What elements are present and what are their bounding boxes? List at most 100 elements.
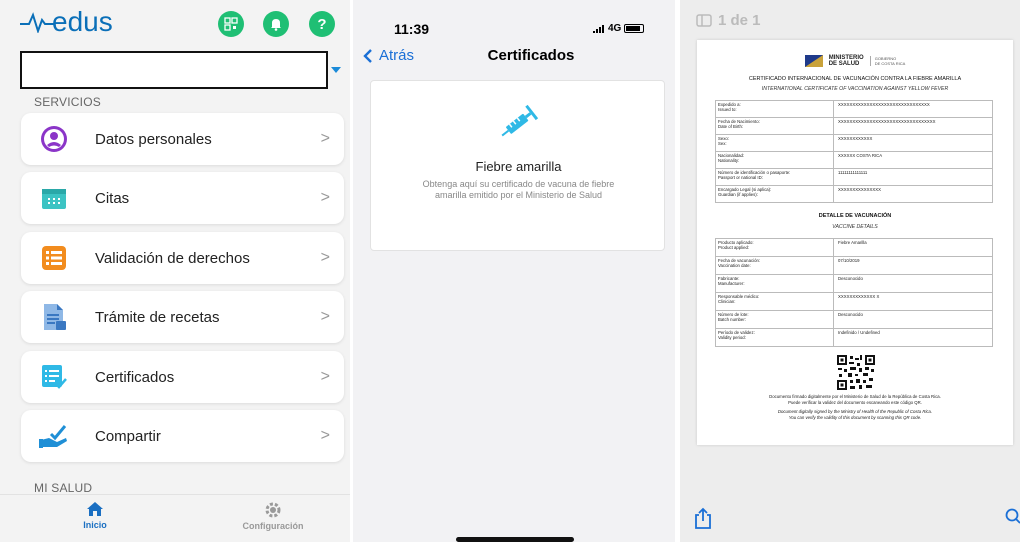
syringe-icon — [501, 104, 539, 137]
government-name: GOBIERNO DE COSTA RICA — [869, 56, 905, 66]
table-row: Nacionalidad: Nationality: XXXXXX COSTA RI… — [715, 151, 993, 169]
prescription-icon — [39, 302, 69, 332]
list-icon — [39, 243, 69, 273]
field-value: Desconocido — [833, 274, 993, 293]
section-label-services: SERVICIOS — [34, 95, 101, 109]
table-row: Producto aplicado: Product applied: Fiebre… — [715, 238, 993, 257]
user-circle-icon — [39, 124, 69, 154]
menu-item-label: Citas — [95, 189, 130, 207]
tab-settings[interactable]: Configuración — [233, 501, 313, 531]
network-label: 4G — [608, 23, 622, 34]
field-label: Nacionalidad: Nationality: — [715, 151, 834, 169]
personal-data-table: Expedido a: Issued to: XXXXXXXXXXXXXXXXXXX… — [715, 100, 993, 203]
profile-dropdown[interactable] — [20, 51, 328, 89]
field-label: Expedido a: Issued to: — [715, 100, 834, 118]
network-status: 4G — [593, 23, 645, 34]
field-value: Fiebre Amarilla — [833, 238, 993, 257]
tab-label: Configuración — [242, 521, 304, 531]
chevron-right-icon: > — [320, 368, 330, 385]
menu-item-personal-data[interactable]: Datos personales > — [21, 113, 344, 165]
ministry-header: MINISTERIO DE SALUD GOBIERNO DE COSTA RICA — [697, 55, 1013, 67]
table-row: Número de identificación o pasaporte: Pas… — [715, 168, 993, 186]
menu-item-label: Trámite de recetas — [95, 308, 220, 326]
field-label: Producto aplicado: Product applied: — [715, 238, 834, 257]
table-row: Fabricante: Manufacturer: Desconocido — [715, 274, 993, 293]
table-row: Número de lote: Batch number: Desconocido — [715, 310, 993, 329]
page-indicator[interactable]: 1 de 1 — [696, 12, 761, 29]
table-row: Período de validez: Validity period: Indef… — [715, 328, 993, 347]
qr-code-icon[interactable] — [218, 11, 244, 37]
field-label: Número de identificación o pasaporte: Pas… — [715, 168, 834, 186]
menu-item-share[interactable]: Compartir > — [21, 410, 344, 462]
field-value: XXXXXX COSTA RICA — [833, 151, 993, 169]
share-icon[interactable] — [692, 507, 714, 529]
menu-item-prescriptions[interactable]: Trámite de recetas > — [21, 291, 344, 343]
details-title: DETALLE DE VACUNACIÓN — [818, 213, 892, 219]
field-label: Fecha de vacunación: Vaccination date: — [715, 256, 834, 275]
menu-item-rights-validation[interactable]: Validación de derechos > — [21, 232, 344, 284]
home-indicator[interactable] — [456, 537, 574, 542]
help-icon[interactable]: ? — [309, 11, 335, 37]
certificates-screen: 11:39 4G Atrás Certificados Fiebre amari… — [353, 0, 675, 542]
field-value: 07/10/2019 — [833, 256, 993, 275]
brand-name: edus — [52, 6, 113, 37]
signal-icon — [593, 24, 604, 33]
page-count: 1 de 1 — [718, 12, 761, 29]
page-title: Certificados — [487, 47, 575, 64]
search-icon[interactable] — [1005, 508, 1020, 524]
menu-item-label: Validación de derechos — [95, 249, 250, 267]
chevron-down-icon[interactable] — [331, 67, 341, 73]
navigation-bar: Atrás Certificados — [353, 44, 675, 74]
menu-item-label: Datos personales — [95, 130, 212, 148]
menu-item-certificates[interactable]: Certificados > — [21, 351, 344, 403]
field-value: 11111111111111 — [833, 168, 993, 186]
flag-logo-icon — [804, 55, 823, 67]
field-value: Desconocido — [833, 310, 993, 329]
edus-logo: edus — [20, 6, 113, 38]
field-label: Encargado Legal (si aplica): Guardian (if… — [715, 185, 834, 203]
section-label-my-health: MI SALUD — [34, 481, 93, 495]
gear-icon — [265, 502, 281, 518]
field-value: XXXXXXXXXXXXXXXXXXXXXXXXXXXXXXXX — [833, 100, 993, 118]
table-row: Responsable médico: Clinician: XXXXXXXXXXX… — [715, 292, 993, 311]
field-label: Número de lote: Batch number: — [715, 310, 834, 329]
edus-home-screen: edus ? SERVICIOS Datos personales > Cita… — [0, 0, 350, 542]
home-icon — [87, 502, 103, 516]
field-label: Fabricante: Manufacturer: — [715, 274, 834, 293]
table-row: Encargado Legal (si aplica): Guardian (if… — [715, 185, 993, 203]
qr-code-icon — [837, 355, 875, 390]
calendar-icon — [39, 183, 69, 213]
share-hand-icon — [39, 421, 69, 451]
chevron-right-icon: > — [320, 189, 330, 206]
status-bar: 11:39 4G — [353, 0, 675, 44]
field-label: Sexo: Sex: — [715, 134, 834, 152]
bell-icon[interactable] — [263, 11, 289, 37]
certificate-document: MINISTERIO DE SALUD GOBIERNO DE COSTA RICA… — [697, 40, 1013, 445]
chevron-right-icon: > — [320, 427, 330, 444]
clock: 11:39 — [394, 21, 430, 37]
table-row: Fecha de vacunación: Vaccination date: 07/… — [715, 256, 993, 275]
menu-item-appointments[interactable]: Citas > — [21, 172, 344, 224]
field-label: Responsable médico: Clinician: — [715, 292, 834, 311]
footer-english-2: You can verify the validity of this docu… — [788, 415, 922, 420]
field-value: XXXXXXXXXXXX — [833, 134, 993, 152]
app-header: edus ? — [0, 0, 350, 44]
tab-home[interactable]: Inicio — [80, 501, 110, 530]
field-value: XXXXXXXXXXXXXXX — [833, 185, 993, 203]
details-subtitle: VACCINE DETAILS — [832, 224, 878, 230]
field-value: XXXXXXXXXXXXX X — [833, 292, 993, 311]
field-value: Indefinido / Undefined — [833, 328, 993, 347]
battery-icon — [624, 24, 645, 33]
yellow-fever-card[interactable]: Fiebre amarilla Obtenga aquí su certific… — [370, 80, 665, 251]
tab-label: Inicio — [83, 520, 107, 530]
table-row: Expedido a: Issued to: XXXXXXXXXXXXXXXXXXX… — [715, 100, 993, 118]
menu-item-label: Compartir — [95, 427, 161, 445]
bottom-tab-bar: Inicio Configuración — [0, 494, 350, 542]
card-description: Obtenga aquí su certificado de vacuna de… — [422, 179, 615, 200]
field-value: XXXXXXXXXXXXXXXXXXXXXXXXXXXXXXXXXX — [833, 117, 993, 135]
vaccine-details-table: Producto aplicado: Product applied: Fiebre… — [715, 238, 993, 347]
document-title: CERTIFICADO INTERNACIONAL DE VACUNACIÓN … — [748, 76, 962, 82]
pdf-viewer: 1 de 1 MINISTERIO DE SALUD GOBIERNO DE COS… — [680, 0, 1020, 542]
field-label: Período de validez: Validity period: — [715, 328, 834, 347]
document-subtitle: INTERNATIONAL CERTIFICATE OF VACCINATION… — [761, 86, 949, 92]
